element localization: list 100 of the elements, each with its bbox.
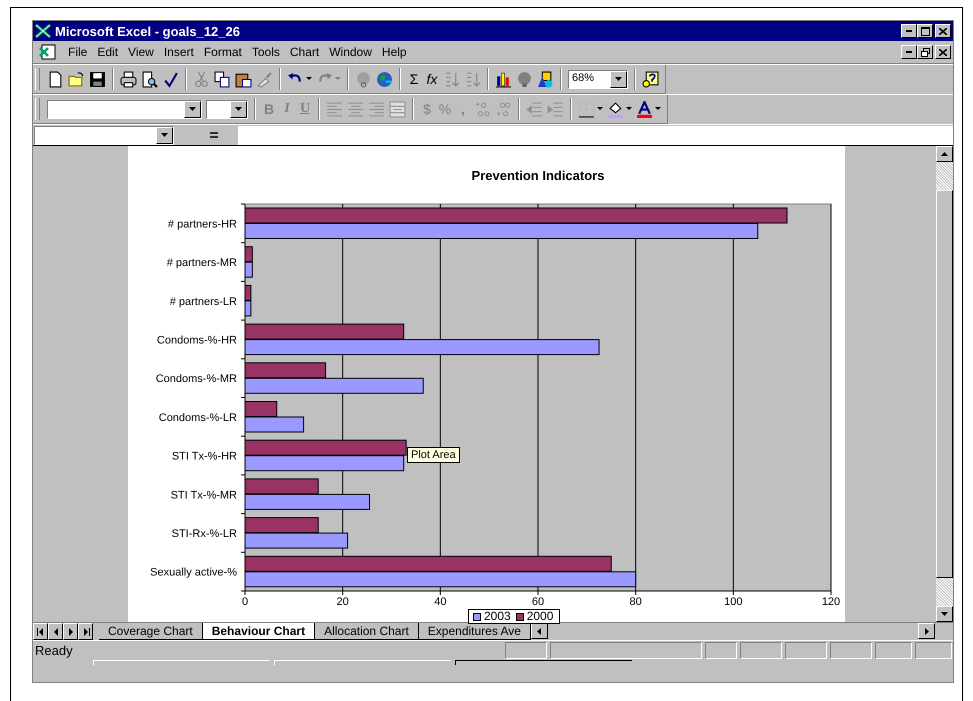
legend-label: 2000: [526, 610, 554, 623]
menu-item[interactable]: Tools: [246, 45, 285, 59]
menu-item[interactable]: Help: [376, 45, 412, 59]
folder-icon[interactable]: [68, 70, 85, 88]
axis-tick-label: 60: [532, 596, 544, 608]
menu-item[interactable]: Insert: [158, 45, 199, 59]
globe-icon[interactable]: [376, 70, 393, 88]
equals-icon[interactable]: [210, 132, 218, 138]
bar-chart-icon[interactable]: [495, 70, 512, 88]
merge-cells-icon[interactable]: [389, 100, 406, 118]
globe-link-icon[interactable]: [355, 70, 372, 88]
name-box[interactable]: [34, 126, 174, 144]
scroll-right-button[interactable]: [918, 623, 935, 639]
new-document-icon[interactable]: [47, 70, 64, 88]
menu-item[interactable]: Format: [198, 45, 247, 59]
clipboard-icon[interactable]: [235, 70, 252, 88]
category-label: # partners-MR: [166, 257, 237, 270]
font-size-dropdown[interactable]: [206, 100, 248, 118]
menu-item[interactable]: File: [63, 45, 92, 59]
function-button[interactable]: fx: [425, 71, 439, 87]
restore-button[interactable]: [917, 45, 933, 59]
sheet-tab[interactable]: Coverage Chart: [99, 623, 203, 640]
category-label: # partners-LR: [170, 296, 237, 308]
dropdown-arrow-icon[interactable]: [306, 77, 312, 81]
document-icon[interactable]: [39, 44, 57, 60]
minimize-icon: [906, 51, 912, 53]
shapes-icon[interactable]: [537, 70, 554, 88]
copy-icon[interactable]: [214, 70, 231, 88]
category-label: STI Tx-%-MR: [170, 489, 237, 502]
maximize-icon: [920, 26, 930, 36]
axis-tick-label: 20: [336, 596, 349, 608]
category-label: Condoms-%-HR: [156, 334, 237, 346]
prev-sheet-button[interactable]: [48, 623, 63, 640]
dropdown-arrow-icon[interactable]: [626, 107, 632, 111]
scroll-down-button[interactable]: [936, 606, 953, 622]
chart-title: Prevention Indicators: [472, 168, 604, 183]
dropdown-arrow-icon: [235, 107, 242, 111]
category-label: Condoms-%-LR: [158, 412, 237, 424]
sheet-tab[interactable]: Behaviour Chart: [202, 623, 316, 640]
map-globe-icon[interactable]: [516, 70, 533, 88]
minimize-icon: [906, 30, 912, 32]
menu-item[interactable]: Edit: [92, 45, 124, 59]
category-label: STI-Rx-%-LR: [172, 528, 237, 540]
first-sheet-button[interactable]: [33, 623, 48, 640]
formula-field[interactable]: [238, 126, 953, 144]
legend[interactable]: 2003 2000: [468, 609, 560, 624]
borders-icon[interactable]: [578, 100, 595, 118]
zoom-dropdown[interactable]: 68%: [568, 70, 628, 88]
right-arrow-icon: [924, 628, 928, 634]
axis-tick-label: 100: [724, 596, 743, 608]
legend-label: 2003: [484, 610, 511, 623]
dropdown-arrow-icon: [189, 107, 196, 111]
dropdown-arrow-icon: [615, 77, 622, 81]
axis-tick-label: 40: [434, 596, 446, 608]
left-arrow-icon: [52, 628, 60, 636]
menu-item[interactable]: Chart: [284, 45, 324, 59]
checkmark-icon[interactable]: [162, 70, 179, 88]
close-button[interactable]: [935, 45, 951, 59]
autosum-button[interactable]: Σ: [407, 71, 421, 87]
scroll-up-button[interactable]: [936, 146, 953, 162]
category-label: Condoms-%-MR: [156, 373, 237, 386]
axis-tick-label: 80: [630, 596, 642, 608]
category-label: # partners-HR: [168, 218, 237, 230]
axis-tick-label: 0: [242, 596, 248, 608]
next-sheet-button[interactable]: [63, 623, 78, 640]
last-sheet-button[interactable]: [78, 623, 93, 640]
help-icon[interactable]: [642, 70, 659, 88]
maximize-button[interactable]: [917, 24, 933, 38]
menu-item[interactable]: Window: [324, 45, 377, 59]
status-text: Ready: [34, 643, 74, 658]
dropdown-arrow-icon[interactable]: [597, 107, 603, 111]
status-panel: [785, 642, 827, 659]
tooltip: Plot Area: [407, 447, 460, 463]
restore-icon: [920, 48, 930, 56]
right-arrow-icon: [82, 628, 90, 636]
font-dropdown[interactable]: [47, 100, 202, 118]
cross-logo-icon: [35, 24, 51, 38]
dropdown-arrow-icon: [161, 133, 168, 137]
sheet-tab[interactable]: Expenditures Ave: [418, 623, 531, 640]
category-label: STI Tx-%-HR: [172, 450, 237, 463]
font-color-icon[interactable]: [636, 100, 653, 118]
axis-tick-label: 120: [822, 596, 840, 608]
status-panel: [875, 642, 912, 659]
up-arrow-icon: [941, 152, 948, 156]
right-arrow-icon: [66, 628, 74, 636]
category-label: Sexually active-%: [150, 566, 237, 579]
down-arrow-icon: [941, 612, 948, 616]
close-icon: [939, 28, 947, 34]
menu-item[interactable]: View: [123, 45, 159, 59]
dropdown-arrow-icon[interactable]: [655, 107, 661, 111]
left-arrow-icon: [36, 628, 44, 636]
sheet-tab[interactable]: Allocation Chart: [315, 623, 419, 640]
fill-color-icon[interactable]: [607, 100, 624, 118]
window-title: Microsoft Excel - goals_12_26: [55, 24, 240, 38]
close-icon: [939, 48, 947, 56]
minimize-button[interactable]: [901, 24, 917, 38]
printer-icon[interactable]: [120, 70, 137, 88]
close-button[interactable]: [935, 24, 951, 38]
minimize-button[interactable]: [901, 45, 917, 59]
magnifier-page-icon[interactable]: [141, 70, 158, 88]
